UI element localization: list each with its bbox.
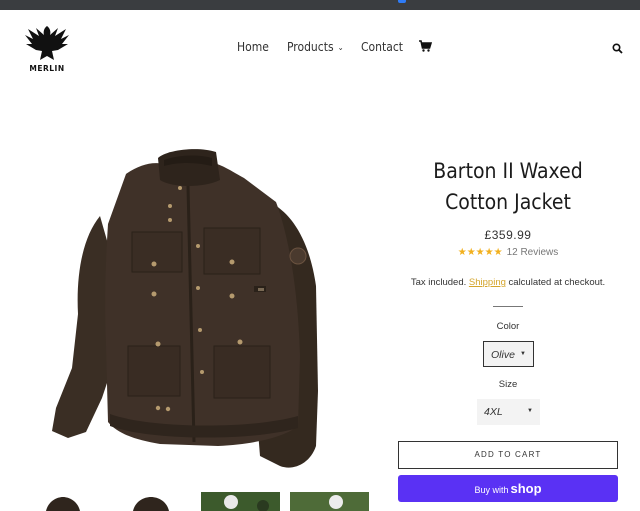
cart-icon[interactable] bbox=[418, 39, 432, 53]
tax-note: Tax included. Shipping calculated at che… bbox=[396, 277, 620, 288]
thumbnail-1[interactable] bbox=[40, 492, 86, 511]
phoenix-logo-icon bbox=[25, 26, 69, 60]
search-icon[interactable] bbox=[612, 43, 623, 54]
thumbnail-2[interactable] bbox=[125, 492, 177, 511]
nav-products-label: Products bbox=[287, 40, 334, 54]
browser-top-bar bbox=[0, 0, 640, 10]
product-image[interactable] bbox=[48, 146, 320, 476]
buy-with-shop-pay-button[interactable]: Buy with shop bbox=[398, 475, 618, 502]
star-rating-icon: ★★★★★ bbox=[457, 247, 503, 258]
add-to-cart-button[interactable]: ADD TO CART bbox=[398, 441, 618, 469]
product-title: Barton II Waxed Cotton Jacket bbox=[433, 159, 583, 214]
chevron-down-icon: ⌄ bbox=[337, 43, 344, 52]
size-select[interactable]: 4XL ▼ bbox=[477, 399, 540, 425]
shop-pay-logo: shop bbox=[510, 481, 542, 496]
caret-down-icon: ▼ bbox=[520, 351, 526, 357]
size-value: 4XL bbox=[484, 406, 503, 418]
color-label: Color bbox=[496, 321, 520, 332]
color-select[interactable]: Olive ▼ bbox=[483, 341, 534, 367]
nav-products[interactable]: Products ⌄ bbox=[287, 40, 344, 54]
merlin-logo[interactable]: MERLIN bbox=[22, 20, 72, 74]
tax-suffix: calculated at checkout. bbox=[508, 277, 606, 288]
thumbnail-4[interactable] bbox=[290, 492, 369, 511]
thumbnail-3[interactable] bbox=[201, 492, 280, 511]
shipping-link[interactable]: Shipping bbox=[469, 277, 506, 288]
size-label: Size bbox=[498, 379, 518, 390]
product-price: £359.99 bbox=[484, 228, 532, 242]
thumbnail-strip bbox=[0, 492, 380, 511]
nav-contact[interactable]: Contact bbox=[361, 40, 403, 54]
rating-row[interactable]: ★★★★★ 12 Reviews bbox=[400, 247, 616, 258]
review-count: 12 Reviews bbox=[506, 247, 559, 258]
buy-with-label: Buy with bbox=[474, 485, 509, 495]
divider bbox=[493, 306, 523, 307]
top-indicator bbox=[398, 0, 406, 3]
color-value: Olive bbox=[491, 349, 515, 361]
nav-home[interactable]: Home bbox=[237, 40, 269, 54]
tax-prefix: Tax included. bbox=[410, 277, 467, 288]
caret-down-icon: ▼ bbox=[527, 408, 533, 414]
brand-name: MERLIN bbox=[29, 64, 65, 73]
